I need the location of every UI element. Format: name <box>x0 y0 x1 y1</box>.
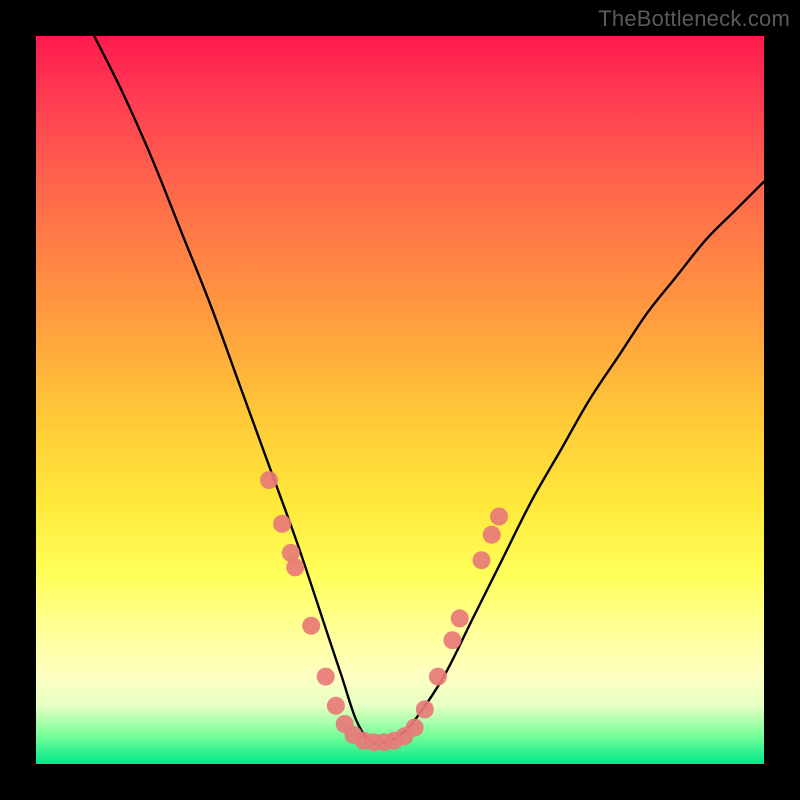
curve-marker <box>429 668 447 686</box>
bottleneck-curve <box>94 36 764 744</box>
plot-area <box>36 36 764 764</box>
watermark-text: TheBottleneck.com <box>598 6 790 32</box>
curve-layer <box>36 36 764 764</box>
curve-marker <box>286 558 304 576</box>
chart-frame: TheBottleneck.com <box>0 0 800 800</box>
bottleneck-curve-path <box>94 36 764 744</box>
curve-marker <box>473 551 491 569</box>
curve-marker <box>451 609 469 627</box>
curve-marker <box>483 526 501 544</box>
curve-marker <box>416 700 434 718</box>
curve-marker <box>327 697 345 715</box>
curve-marker <box>273 515 291 533</box>
curve-marker <box>490 508 508 526</box>
curve-marker <box>302 617 320 635</box>
marker-group <box>260 471 508 751</box>
curve-marker <box>260 471 278 489</box>
curve-marker <box>317 668 335 686</box>
curve-marker <box>406 719 424 737</box>
curve-marker <box>443 631 461 649</box>
